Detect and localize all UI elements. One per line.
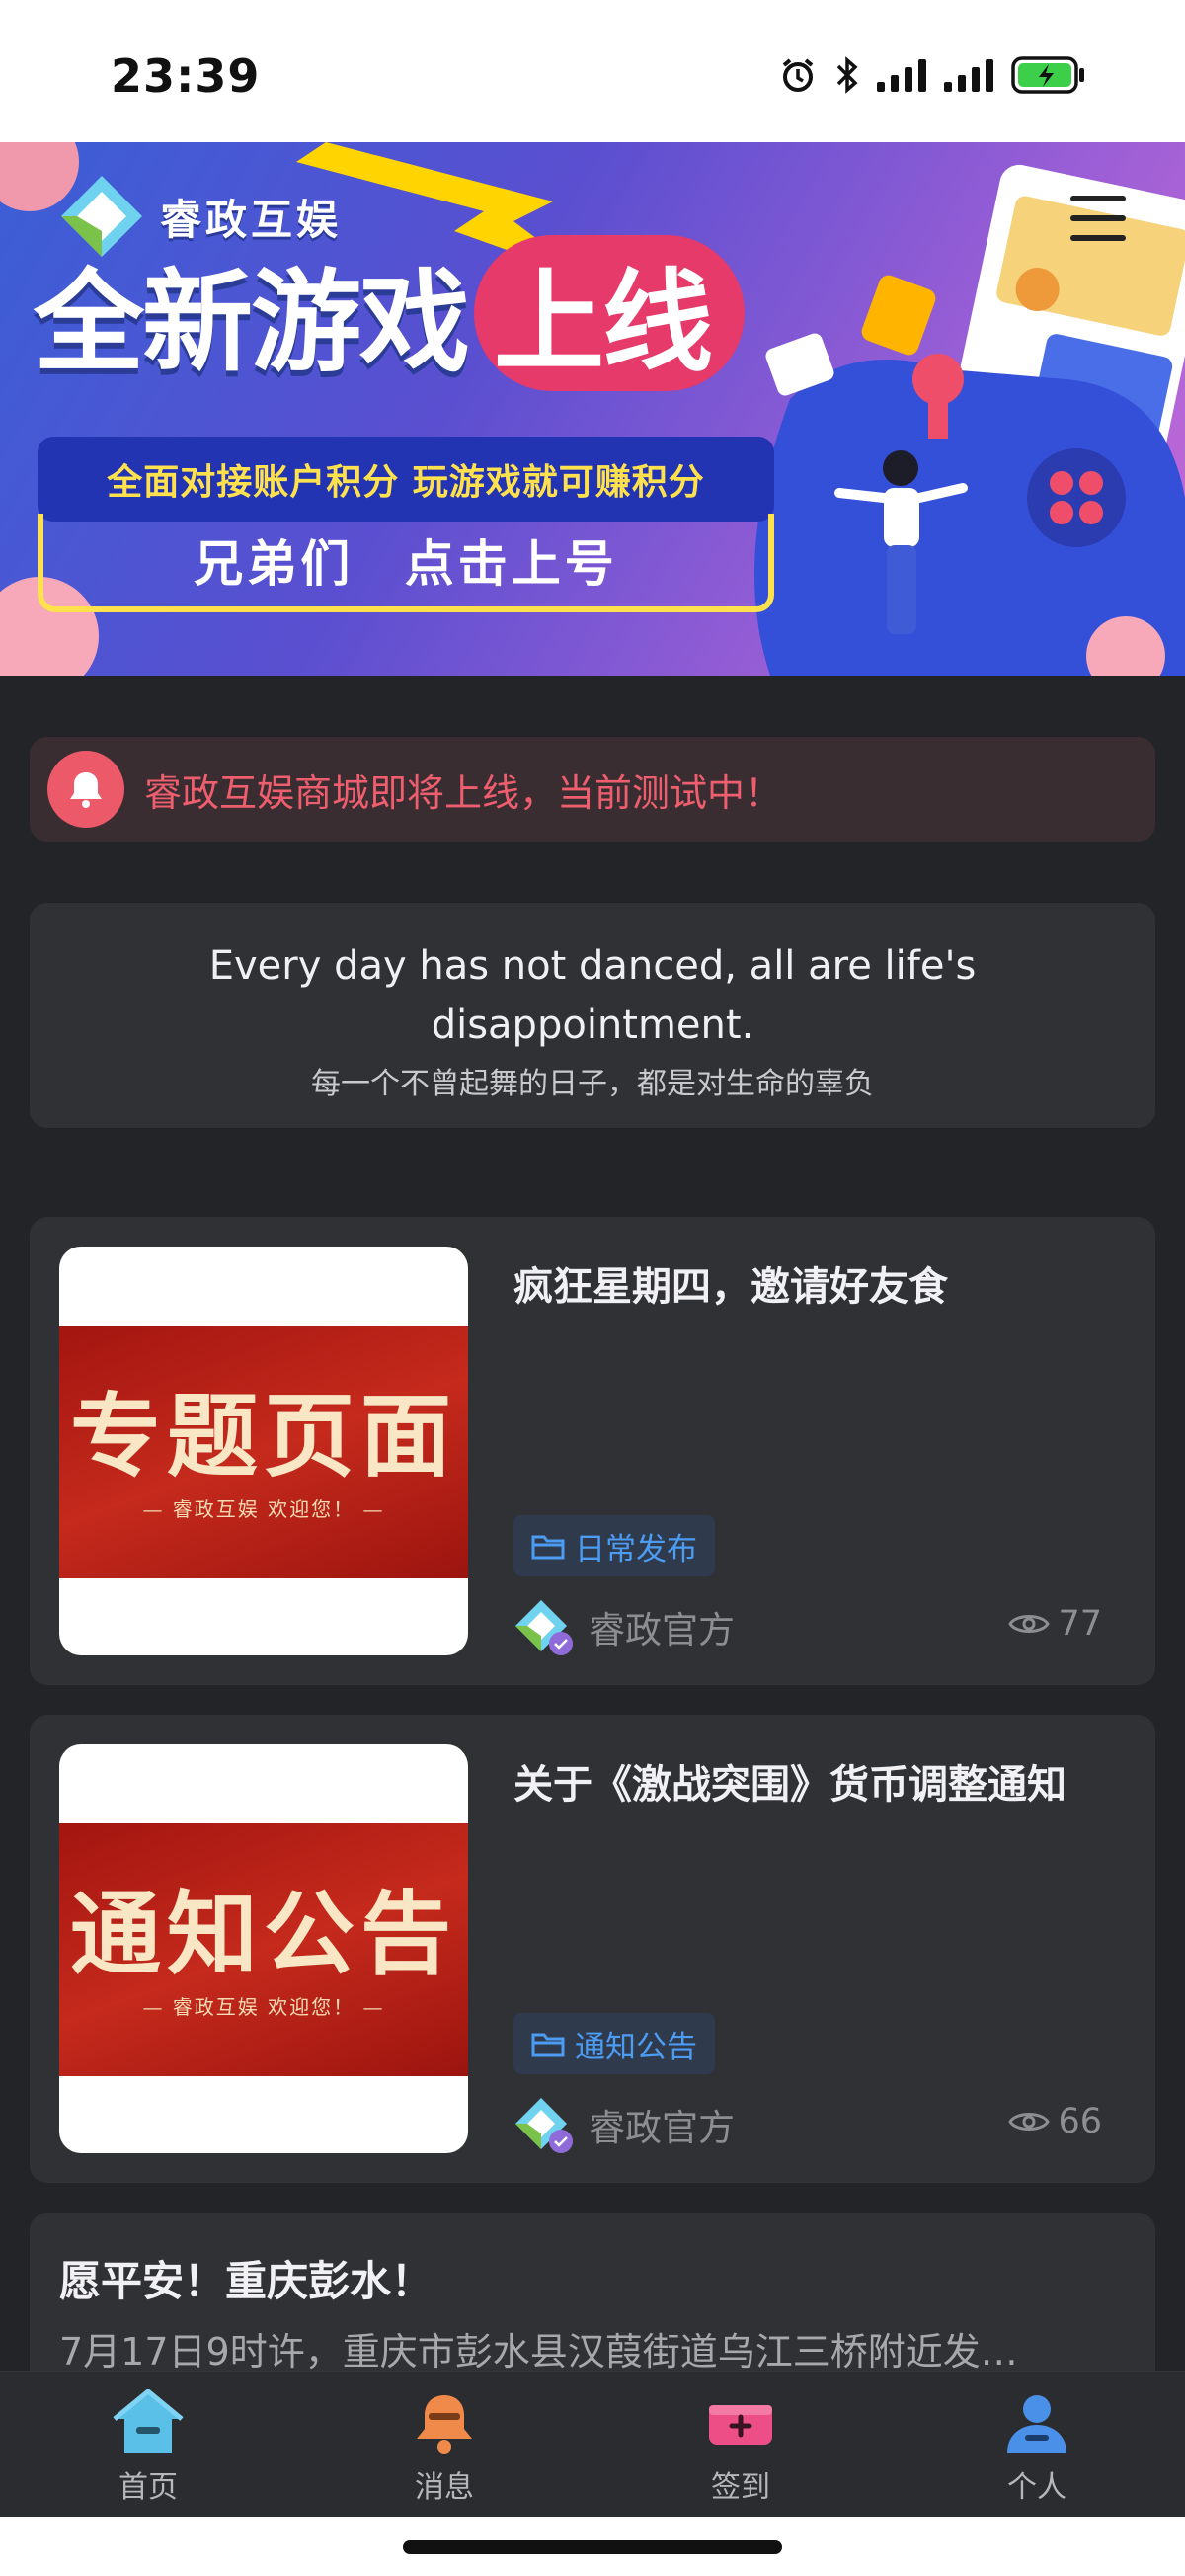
- article-excerpt: 7月17日9时许，重庆市彭水县汉葭街道乌江三桥附近发…: [59, 2330, 1018, 2374]
- status-icons: [778, 55, 1086, 95]
- category-tag[interactable]: 日常发布: [514, 1515, 715, 1576]
- thumbnail-subtitle: — 睿政互娱 欢迎您！ —: [142, 1497, 385, 1521]
- headline-highlight-text: 上线: [494, 259, 713, 387]
- eye-icon: [1008, 2113, 1051, 2131]
- quote-english: Every day has not danced, all are life's…: [208, 943, 977, 1048]
- folder-icon: [531, 2033, 565, 2057]
- signal-icon-2: [944, 58, 995, 92]
- article-thumbnail: 专题页面 — 睿政互娱 欢迎您！ —: [59, 1247, 468, 1655]
- status-bar: 23:39: [0, 0, 1185, 142]
- view-count: 66: [1008, 2102, 1102, 2141]
- tab-home[interactable]: 首页: [0, 2372, 296, 2517]
- bell-icon: [47, 751, 124, 828]
- views-number: 66: [1058, 2102, 1102, 2141]
- tab-label: 个人: [1007, 2470, 1066, 2505]
- article-title[interactable]: 关于《激战突围》货币调整通知: [514, 1752, 1146, 1810]
- menu-button[interactable]: [1070, 196, 1126, 241]
- tab-label: 签到: [711, 2470, 770, 2505]
- signal-icon: [877, 58, 928, 92]
- tab-messages[interactable]: 消息: [296, 2372, 592, 2517]
- author-info[interactable]: 睿政官方: [514, 2094, 735, 2155]
- quote-chinese: 每一个不曾起舞的日子，都是对生命的辜负: [311, 1067, 874, 1101]
- banner-headline: 全新游戏 上线: [34, 233, 745, 393]
- status-time: 23:39: [111, 49, 261, 103]
- tab-checkin[interactable]: 签到: [592, 2372, 889, 2517]
- category-tag[interactable]: 通知公告: [514, 2013, 715, 2074]
- avatar: [515, 1600, 573, 1655]
- article-card[interactable]: 通知公告 — 睿政互娱 欢迎您！ — 关于《激战突围》货币调整通知 通知公告 睿…: [30, 1715, 1155, 2183]
- avatar: [515, 2098, 573, 2153]
- eye-icon: [1008, 1615, 1051, 1633]
- view-count: 77: [1008, 1604, 1102, 1644]
- tab-profile[interactable]: 个人: [889, 2372, 1185, 2517]
- alarm-icon: [778, 55, 818, 95]
- headline-highlight: 上线: [474, 235, 745, 391]
- battery-icon: [1011, 56, 1086, 94]
- category-label: 日常发布: [575, 1531, 697, 1568]
- home-icon: [113, 2389, 184, 2453]
- banner-cta[interactable]: 兄弟们 点击上号: [38, 514, 774, 612]
- thumbnail-subtitle: — 睿政互娱 欢迎您！ —: [142, 1995, 385, 2019]
- author-name: 睿政官方: [589, 1609, 735, 1651]
- banner-tagline-box: 全面对接账户积分 玩游戏就可赚积分: [38, 437, 774, 522]
- menu-icon: [1070, 196, 1126, 201]
- user-icon: [1007, 2395, 1066, 2453]
- article-card[interactable]: 专题页面 — 睿政互娱 欢迎您！ — 疯狂星期四，邀请好友食 日常发布 睿政官方…: [30, 1217, 1155, 1685]
- thumbnail-title: 专题页面: [69, 1383, 457, 1489]
- banner-cta-text: 兄弟们 点击上号: [194, 535, 618, 593]
- thumbnail-title: 通知公告: [69, 1881, 457, 1987]
- bluetooth-icon: [833, 55, 861, 95]
- folder-icon: [531, 1535, 565, 1560]
- bell-icon: [417, 2395, 472, 2454]
- article-title[interactable]: 愿平安！重庆彭水！: [59, 2248, 433, 2308]
- banner-tagline: 全面对接账户积分 玩游戏就可赚积分: [107, 462, 705, 503]
- checkin-icon: [709, 2405, 772, 2445]
- headline-text: 全新游戏: [34, 259, 470, 387]
- tab-label: 首页: [118, 2470, 178, 2505]
- author-info[interactable]: 睿政官方: [514, 1596, 735, 1657]
- views-number: 77: [1058, 1604, 1102, 1644]
- home-indicator[interactable]: [403, 2540, 782, 2554]
- tab-label: 消息: [415, 2470, 474, 2505]
- notice-text: 睿政互娱商城即将上线，当前测试中！: [144, 770, 783, 815]
- daily-quote: Every day has not danced, all are life's…: [30, 903, 1155, 1128]
- promo-banner[interactable]: 睿政互娱 全新游戏 上线 全面对接账户积分 玩游戏就可赚积分 兄弟们 点击上号: [0, 142, 1185, 676]
- article-thumbnail: 通知公告 — 睿政互娱 欢迎您！ —: [59, 1744, 468, 2153]
- author-name: 睿政官方: [589, 2107, 735, 2149]
- category-label: 通知公告: [575, 2029, 697, 2065]
- notice-bar[interactable]: 睿政互娱商城即将上线，当前测试中！: [30, 737, 1155, 842]
- bottom-tab-bar: 首页 消息 签到 个人: [0, 2371, 1185, 2517]
- article-title[interactable]: 疯狂星期四，邀请好友食: [514, 1254, 1146, 1312]
